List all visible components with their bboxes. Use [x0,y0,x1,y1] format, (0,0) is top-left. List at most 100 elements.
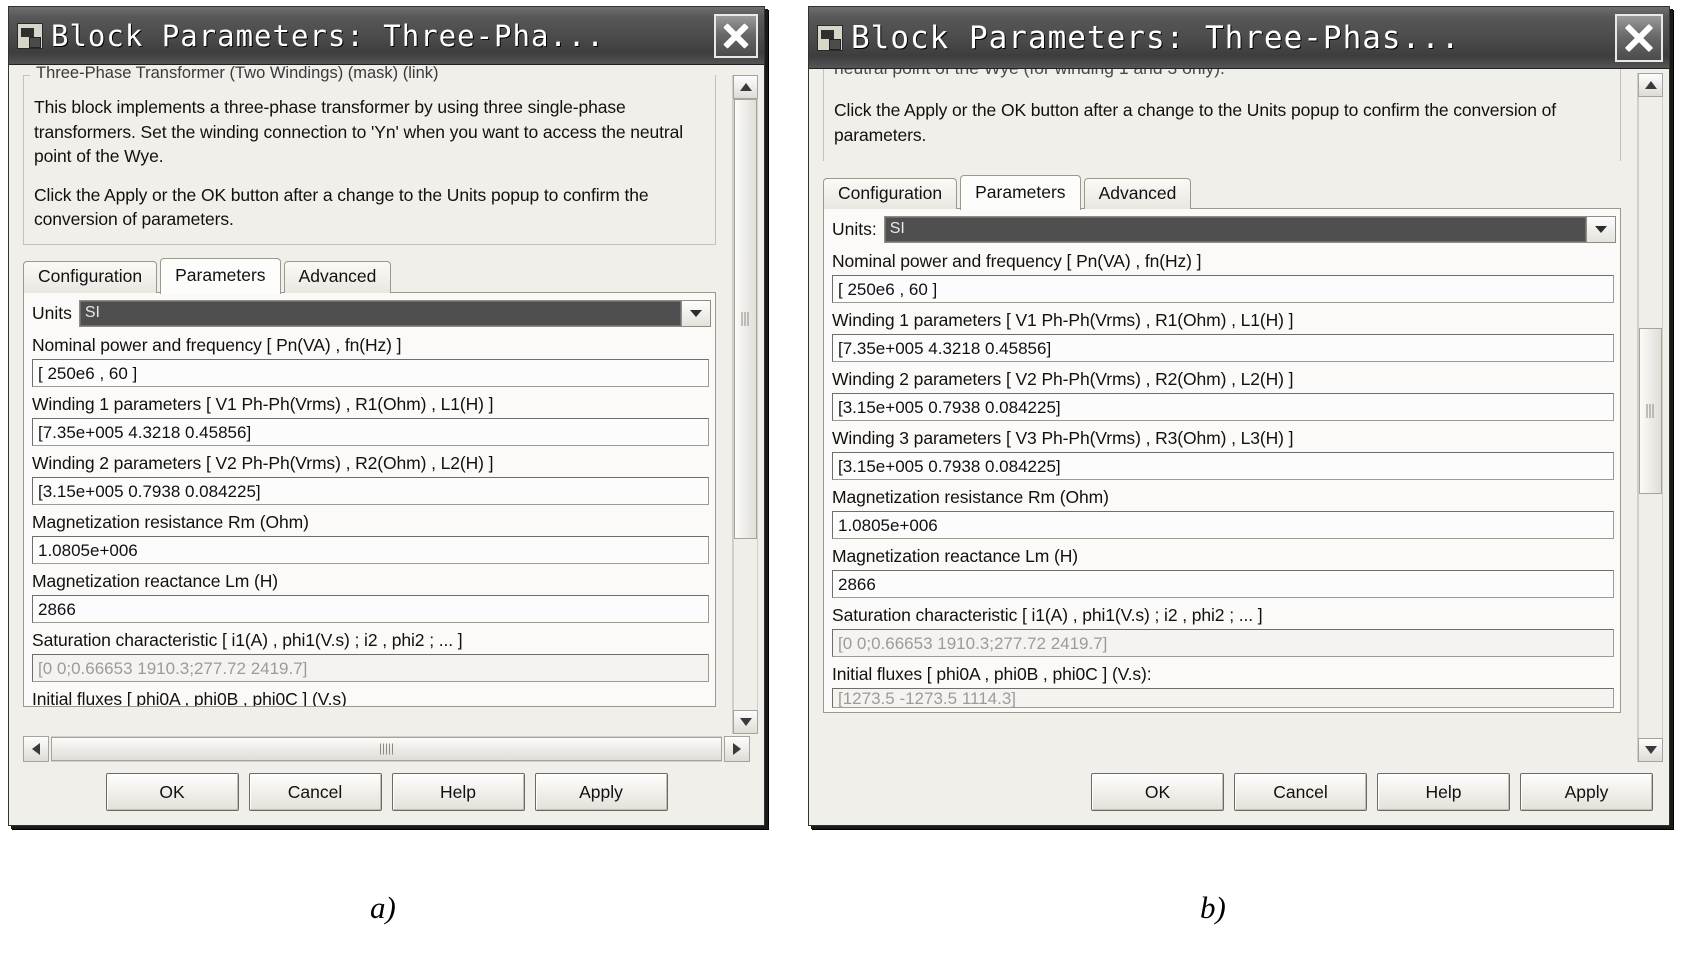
description-legend: Three-Phase Transformer (Two Windings) (… [32,65,445,83]
description-paragraph: Click the Apply or the OK button after a… [834,100,1557,145]
block-parameters-dialog-b[interactable]: Block Parameters: Three-Phas... neutral … [808,6,1670,826]
tab-advanced[interactable]: Advanced [283,261,392,293]
tabstrip-b: Configuration Parameters Advanced [823,174,1621,210]
field-input-nominal-power[interactable]: [ 250e6 , 60 ] [32,358,709,387]
horizontal-scroll-track-a[interactable] [51,736,722,762]
field-label-nominal-power: Nominal power and frequency [ Pn(VA) , f… [832,251,1202,271]
field-input-winding-1[interactable]: [7.35e+005 4.3218 0.45856] [32,417,709,446]
tab-parameters[interactable]: Parameters [160,258,281,294]
field-label-winding-1: Winding 1 parameters [ V1 Ph-Ph(Vrms) , … [32,393,494,414]
field-label-magnetization-reactance: Magnetization reactance Lm (H) [32,570,278,591]
vertical-scroll-track-a[interactable] [733,99,758,710]
vertical-scrollbar-b[interactable] [1637,73,1663,762]
help-button[interactable]: Help [391,773,525,811]
field-input-magnetization-reactance[interactable]: 2866 [832,570,1614,598]
content-area-b: neutral point of the Wye (for winding 1 … [809,69,1669,762]
field-label-nominal-power: Nominal power and frequency [ Pn(VA) , f… [32,334,402,355]
scroll-down-icon[interactable] [733,710,758,734]
units-row-b: Units: SI [824,216,1620,243]
window-title: Block Parameters: Three-Phas... [851,19,1461,56]
field-input-magnetization-reactance[interactable]: 2866 [32,594,709,623]
dialog-body-a: Three-Phase Transformer (Two Windings) (… [9,65,764,825]
field-input-winding-3[interactable]: [3.15e+005 0.7938 0.084225] [832,452,1614,480]
field-label-initial-fluxes: Initial fluxes [ phi0A , phi0B , phi0C ]… [32,688,347,706]
chevron-down-icon[interactable] [681,300,710,326]
units-selected-value: SI [884,217,1586,242]
apply-button[interactable]: Apply [534,773,668,811]
field-label-saturation-characteristic: Saturation characteristic [ i1(A) , phi1… [32,629,463,650]
field-label-magnetization-resistance: Magnetization resistance Rm (Ohm) [32,511,309,532]
simulink-block-icon [817,24,843,51]
description-clipped-top: neutral point of the Wye (for winding 1 … [834,69,1610,81]
field-label-saturation-characteristic: Saturation characteristic [ i1(A) , phi1… [832,605,1263,625]
block-parameters-dialog-a[interactable]: Block Parameters: Three-Pha... Three-Pha… [8,6,765,826]
units-dropdown[interactable]: SI [78,299,711,327]
vertical-scroll-thumb-a[interactable] [734,99,757,539]
field-input-saturation-characteristic: [0 0;0.66653 1910.3;277.72 2419.7] [32,653,709,682]
parameters-form-a: Units SI Nominal power and frequency [ P… [23,292,716,707]
units-dropdown[interactable]: SI [883,216,1616,243]
units-row-a: Units SI [24,299,715,327]
chevron-down-icon[interactable] [1586,217,1615,242]
tab-parameters[interactable]: Parameters [960,174,1081,210]
cancel-button[interactable]: Cancel [248,773,382,811]
content-scroll-b: neutral point of the Wye (for winding 1 … [809,69,1635,762]
description-cut-line: neutral point of the Wye (for winding 1 … [834,69,1610,86]
tabstrip-a: Configuration Parameters Advanced [23,258,716,294]
cancel-button[interactable]: Cancel [1234,773,1367,811]
units-selected-value: SI [79,300,681,326]
content-scroll-a: Three-Phase Transformer (Two Windings) (… [9,65,730,734]
description-paragraph-1: This block implements a three-phase tran… [34,97,684,166]
field-label-winding-3: Winding 3 parameters [ V3 Ph-Ph(Vrms) , … [832,428,1294,448]
help-button[interactable]: Help [1377,773,1510,811]
vertical-scroll-track-b[interactable] [1638,97,1663,738]
field-label-magnetization-resistance: Magnetization resistance Rm (Ohm) [832,487,1109,507]
titlebar-a[interactable]: Block Parameters: Three-Pha... [9,7,764,65]
field-input-winding-2[interactable]: [3.15e+005 0.7938 0.084225] [32,476,709,505]
field-input-winding-1[interactable]: [7.35e+005 4.3218 0.45856] [832,334,1614,362]
button-bar-b: OK Cancel Help Apply [809,762,1669,825]
simulink-block-icon [17,22,43,49]
titlebar-b[interactable]: Block Parameters: Three-Phas... [809,7,1669,69]
scroll-up-icon[interactable] [1638,73,1663,97]
figure-caption-b: b) [1200,890,1226,925]
parameters-form-b: Units: SI Nominal power and frequency [ … [823,209,1621,713]
description-groupbox-a: Three-Phase Transformer (Two Windings) (… [23,65,716,245]
field-input-winding-2[interactable]: [3.15e+005 0.7938 0.084225] [832,393,1614,421]
vertical-scroll-thumb-b[interactable] [1639,327,1662,495]
content-area-a: Three-Phase Transformer (Two Windings) (… [9,65,764,734]
units-label: Units: [832,219,877,239]
field-input-magnetization-resistance[interactable]: 1.0805e+006 [32,535,709,564]
description-paragraph-2: Click the Apply or the OK button after a… [34,184,649,230]
units-label: Units [32,302,72,323]
horizontal-scrollbar-a[interactable] [23,736,750,762]
field-label-winding-1: Winding 1 parameters [ V1 Ph-Ph(Vrms) , … [832,310,1294,330]
close-icon[interactable] [714,13,758,58]
field-input-magnetization-resistance[interactable]: 1.0805e+006 [832,511,1614,539]
dialog-body-b: neutral point of the Wye (for winding 1 … [809,69,1669,825]
ok-button[interactable]: OK [1091,773,1224,811]
apply-button[interactable]: Apply [1520,773,1653,811]
tab-advanced[interactable]: Advanced [1083,177,1192,209]
field-label-magnetization-reactance: Magnetization reactance Lm (H) [832,546,1078,566]
close-icon[interactable] [1615,13,1663,62]
window-title: Block Parameters: Three-Pha... [51,18,605,53]
tab-configuration[interactable]: Configuration [23,261,158,293]
horizontal-scroll-thumb-a[interactable] [51,737,722,761]
ok-button[interactable]: OK [105,773,239,811]
tab-configuration[interactable]: Configuration [823,177,958,209]
scroll-up-icon[interactable] [733,75,758,99]
button-bar-a: OK Cancel Help Apply [9,762,764,825]
vertical-scrollbar-a[interactable] [732,75,758,734]
field-label-initial-fluxes: Initial fluxes [ phi0A , phi0B , phi0C ]… [832,664,1152,684]
field-input-initial-fluxes: [1273.5 -1273.5 1114.3] [832,688,1614,708]
field-label-winding-2: Winding 2 parameters [ V2 Ph-Ph(Vrms) , … [32,452,494,473]
figure-caption-a: a) [370,890,396,925]
scroll-left-icon[interactable] [23,736,49,762]
scroll-right-icon[interactable] [724,736,750,762]
description-clipped-b: neutral point of the Wye (for winding 1 … [823,69,1621,161]
scroll-down-icon[interactable] [1638,738,1663,762]
field-input-saturation-characteristic: [0 0;0.66653 1910.3;277.72 2419.7] [832,629,1614,657]
field-input-nominal-power[interactable]: [ 250e6 , 60 ] [832,275,1614,303]
field-label-winding-2: Winding 2 parameters [ V2 Ph-Ph(Vrms) , … [832,369,1294,389]
